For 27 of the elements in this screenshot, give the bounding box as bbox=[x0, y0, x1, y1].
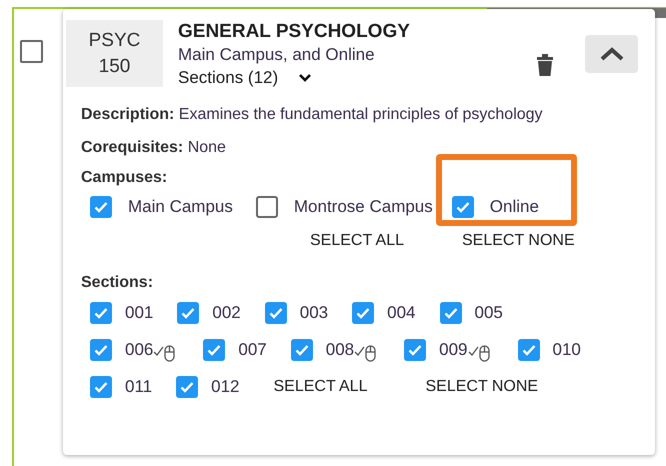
section-label: 008 bbox=[326, 339, 354, 362]
section-label: 012 bbox=[211, 376, 240, 398]
section-label: 001 bbox=[125, 302, 154, 324]
select-none-button[interactable]: SELECT NONE bbox=[462, 229, 575, 253]
course-code: PSYC 150 bbox=[66, 20, 163, 87]
detail-text: Corequisites: None bbox=[81, 138, 227, 158]
section-label: 005 bbox=[474, 302, 503, 324]
section-label: 009 bbox=[439, 339, 468, 362]
section-label: 010 bbox=[552, 339, 581, 362]
campus-summary: Main Campus, and Online bbox=[178, 44, 376, 66]
sections-heading: Sections: bbox=[81, 273, 154, 293]
select-all-button[interactable]: SELECT ALL bbox=[310, 229, 404, 253]
campus-label: Online bbox=[490, 196, 539, 218]
section-label: 007 bbox=[238, 339, 267, 362]
select-none-button[interactable]: SELECT NONE bbox=[425, 374, 538, 400]
section-label: 003 bbox=[300, 302, 328, 324]
section-label: 002 bbox=[212, 302, 241, 324]
select-all-button[interactable]: SELECT ALL bbox=[273, 374, 368, 400]
section-label: 006 bbox=[125, 339, 154, 362]
campus-label: Montrose Campus bbox=[294, 196, 433, 218]
campuses-heading: Campuses: bbox=[81, 168, 168, 188]
section-label: 004 bbox=[387, 302, 416, 324]
campus-label: Main Campus bbox=[128, 196, 233, 218]
section-label: 011 bbox=[125, 376, 152, 398]
sections-dropdown[interactable]: Sections (12) bbox=[178, 66, 410, 90]
course-title: GENERAL PSYCHOLOGY bbox=[178, 20, 410, 44]
detail-text: Description: Examines the fundamental principles of psychology bbox=[81, 105, 543, 125]
